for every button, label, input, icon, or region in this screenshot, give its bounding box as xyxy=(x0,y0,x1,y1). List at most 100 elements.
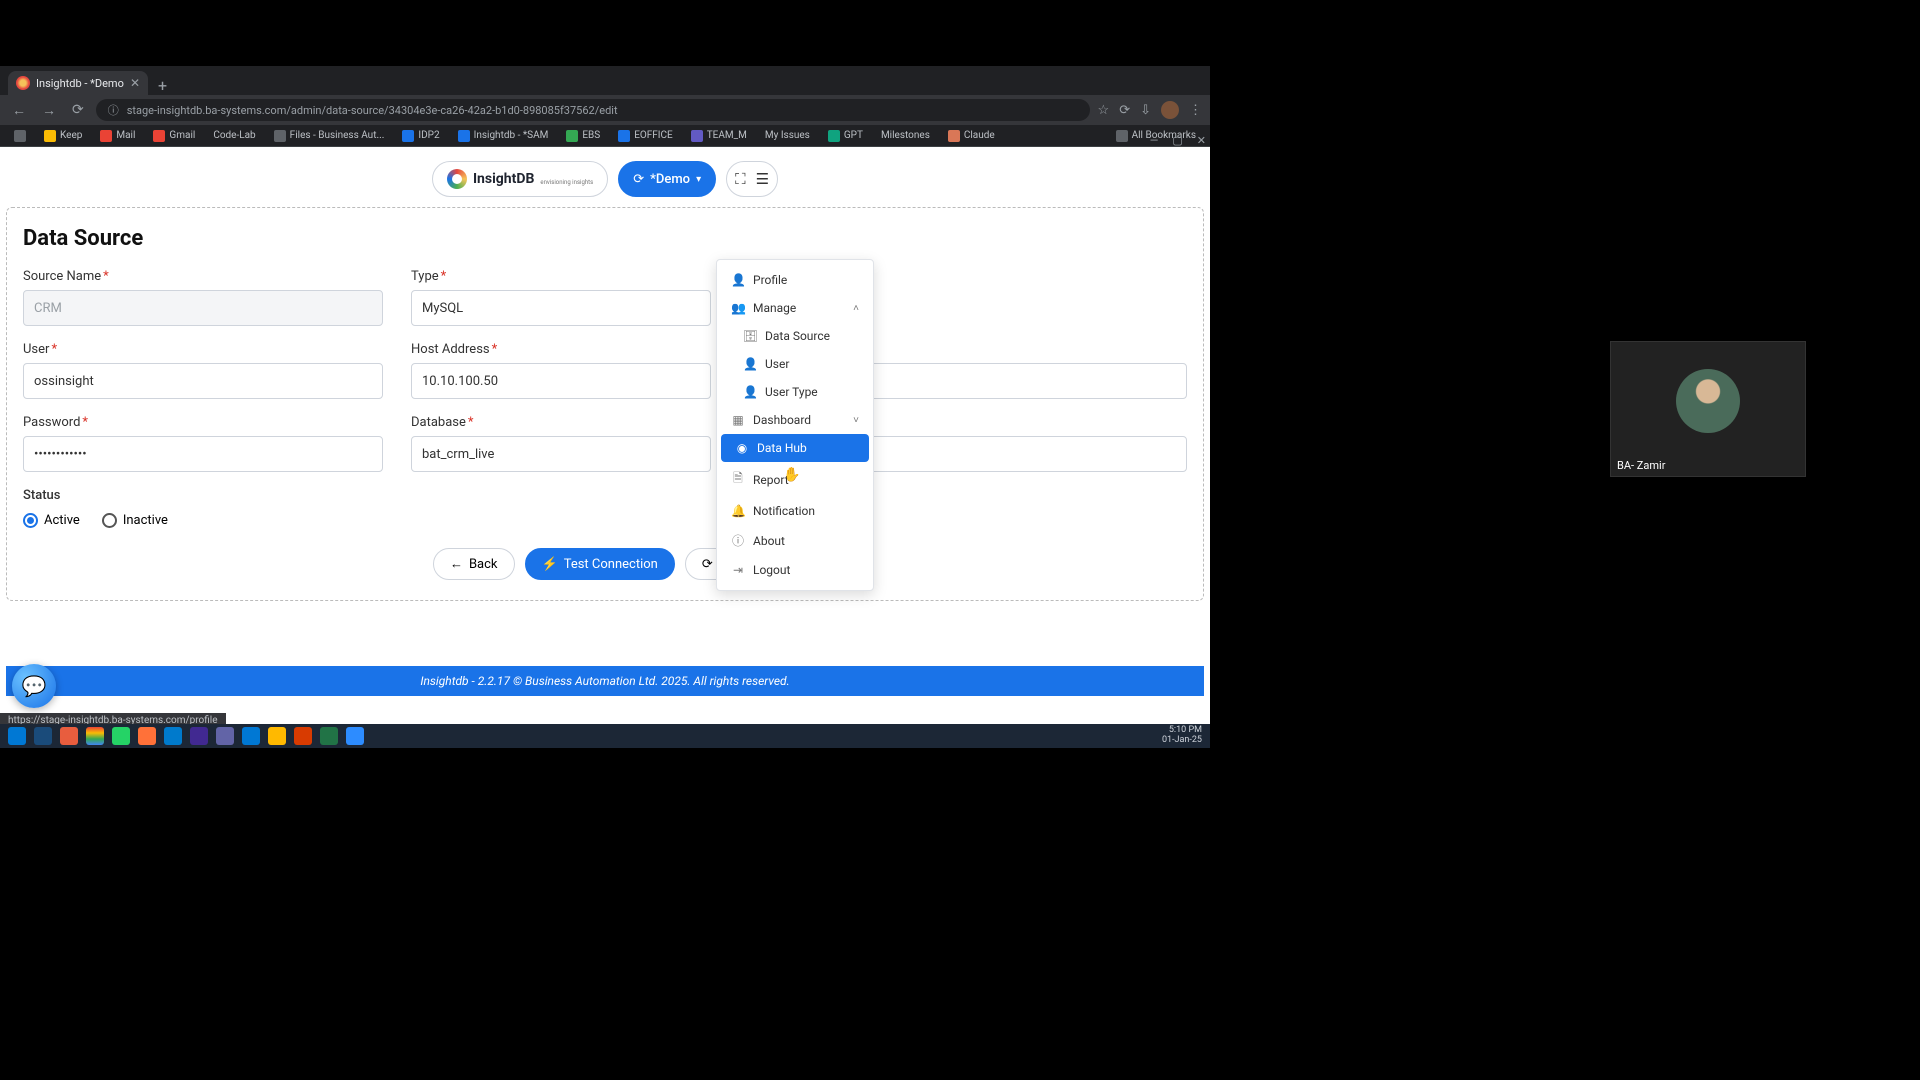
windows-taskbar: 5:10 PM 01-Jan-25 xyxy=(0,724,1210,748)
whatsapp-icon[interactable] xyxy=(112,727,130,745)
page-content: InsightDB envisioning insights ⟳ *Demo ▾… xyxy=(0,147,1210,748)
bookmark-item[interactable]: Gmail xyxy=(147,130,201,142)
brand-logo-icon xyxy=(447,169,467,189)
toolbar-pill: ⛶ ☰ xyxy=(726,161,778,197)
browser-window: Insightdb - *Demo ✕ + — ▢ ✕ ← → ⟳ ⓘ stag… xyxy=(0,66,1210,748)
bookmark-item[interactable]: Keep xyxy=(38,130,88,142)
bookmark-item[interactable]: Claude xyxy=(942,130,1001,142)
download-icon[interactable]: ⇩ xyxy=(1140,103,1151,118)
field-database: Database* xyxy=(411,415,711,472)
page-title: Data Source xyxy=(23,226,1187,251)
site-info-icon[interactable]: ⓘ xyxy=(108,102,119,118)
kebab-menu-icon[interactable]: ⋮ xyxy=(1189,103,1202,118)
bookmark-item[interactable]: EBS xyxy=(560,130,606,142)
profile-avatar-icon[interactable] xyxy=(1161,101,1179,119)
grid-icon: ▦ xyxy=(731,413,745,427)
radio-active[interactable]: Active xyxy=(23,513,80,528)
chevron-down-icon: ▾ xyxy=(696,174,701,185)
bookmark-item[interactable]: My Issues xyxy=(759,130,816,141)
menu-dashboard[interactable]: ▦Dashboard˅ xyxy=(717,406,873,434)
maximize-icon[interactable]: ▢ xyxy=(1172,134,1182,147)
favicon-icon xyxy=(16,76,30,90)
source-name-input[interactable] xyxy=(23,290,383,326)
menu-data-source[interactable]: 🗄Data Source xyxy=(717,322,873,350)
arrow-left-icon: ← xyxy=(450,556,463,572)
taskbar-icon[interactable] xyxy=(60,727,78,745)
menu-user[interactable]: 👤User xyxy=(717,350,873,378)
app-header: InsightDB envisioning insights ⟳ *Demo ▾… xyxy=(0,147,1210,207)
menu-user-type[interactable]: 👤User Type xyxy=(717,378,873,406)
taskbar-icon[interactable] xyxy=(34,727,52,745)
reload-icon[interactable]: ⟳ xyxy=(68,102,88,118)
radio-inactive[interactable]: Inactive xyxy=(102,513,168,528)
bookmark-item[interactable]: Files - Business Aut... xyxy=(268,130,391,142)
taskbar-icon[interactable] xyxy=(216,727,234,745)
forward-icon[interactable]: → xyxy=(38,102,60,119)
user-input[interactable] xyxy=(23,363,383,399)
bookmark-item[interactable]: GPT xyxy=(822,130,869,142)
people-icon: 👥 xyxy=(731,301,745,315)
bookmark-item[interactable]: Code-Lab xyxy=(207,130,261,141)
chrome-icon[interactable] xyxy=(86,727,104,745)
zoom-icon[interactable] xyxy=(346,727,364,745)
taskbar-icon[interactable] xyxy=(242,727,260,745)
taskbar-icon[interactable] xyxy=(294,727,312,745)
participant-video xyxy=(1676,369,1740,433)
close-window-icon[interactable]: ✕ xyxy=(1197,134,1206,147)
url-text: stage-insightdb.ba-systems.com/admin/dat… xyxy=(127,104,1078,117)
back-icon[interactable]: ← xyxy=(8,102,30,119)
menu-manage[interactable]: 👥Manage˄ xyxy=(717,294,873,322)
bookmark-item[interactable]: Milestones xyxy=(875,130,936,141)
type-select[interactable]: MySQL xyxy=(411,290,711,326)
star-icon[interactable]: ☆ xyxy=(1098,103,1110,118)
apps-icon[interactable] xyxy=(8,130,32,142)
field-user: User* xyxy=(23,342,383,399)
menu-logout[interactable]: ⇥Logout xyxy=(717,556,873,584)
hamburger-menu-icon[interactable]: ☰ xyxy=(756,170,769,188)
bookmark-item[interactable]: TEAM_M xyxy=(685,130,753,142)
bookmark-item[interactable]: IDP2 xyxy=(396,130,445,142)
brand-pill[interactable]: InsightDB envisioning insights xyxy=(432,161,608,197)
minimize-icon[interactable]: — xyxy=(1150,134,1159,147)
bookmark-item[interactable]: Insightdb - *SAM xyxy=(452,130,555,142)
menu-about[interactable]: ⓘAbout xyxy=(717,525,873,556)
chevron-up-icon: ˄ xyxy=(853,303,859,314)
menu-notification[interactable]: 🔔Notification xyxy=(717,497,873,525)
user-icon: 👤 xyxy=(743,385,757,399)
close-tab-icon[interactable]: ✕ xyxy=(130,76,140,90)
button-row: ←Back ⚡Test Connection ⟳Update xyxy=(23,548,1187,580)
test-connection-button[interactable]: ⚡Test Connection xyxy=(525,548,675,580)
document-icon: 🗎 xyxy=(731,469,745,490)
database-input[interactable] xyxy=(411,436,711,472)
browser-tab[interactable]: Insightdb - *Demo ✕ xyxy=(8,71,148,95)
user-icon: 👤 xyxy=(731,273,745,287)
refresh-icon: ⟳ xyxy=(702,557,713,572)
fullscreen-icon[interactable]: ⛶ xyxy=(735,170,746,188)
host-input[interactable] xyxy=(411,363,711,399)
vscode-icon[interactable] xyxy=(164,727,182,745)
excel-icon[interactable] xyxy=(320,727,338,745)
bookmark-item[interactable]: EOFFICE xyxy=(612,130,679,142)
video-call-tile[interactable]: BA- Zamir xyxy=(1610,341,1806,477)
back-button[interactable]: ←Back xyxy=(433,548,515,580)
bookmarks-bar: Keep Mail Gmail Code-Lab Files - Busines… xyxy=(0,125,1210,147)
extensions-icon[interactable]: ⟳ xyxy=(1119,103,1130,118)
new-tab-button[interactable]: + xyxy=(148,76,177,95)
chat-bubble-icon[interactable]: 💬 xyxy=(12,664,56,708)
taskbar-icon[interactable] xyxy=(190,727,208,745)
field-type: Type* MySQL xyxy=(411,269,711,326)
menu-profile[interactable]: 👤Profile xyxy=(717,266,873,294)
footer: Insightdb - 2.2.17 © Business Automation… xyxy=(6,666,1204,696)
system-clock[interactable]: 5:10 PM 01-Jan-25 xyxy=(1162,726,1202,746)
field-host: Host Address* xyxy=(411,342,711,399)
bookmark-item[interactable]: Mail xyxy=(94,130,141,142)
info-icon: ⓘ xyxy=(731,532,745,549)
firefox-icon[interactable] xyxy=(138,727,156,745)
start-icon[interactable] xyxy=(8,727,26,745)
explorer-icon[interactable] xyxy=(268,727,286,745)
url-input[interactable]: ⓘ stage-insightdb.ba-systems.com/admin/d… xyxy=(96,99,1090,121)
refresh-icon: ⟳ xyxy=(633,172,644,187)
menu-data-hub[interactable]: ◉Data Hub xyxy=(721,434,869,462)
password-input[interactable] xyxy=(23,436,383,472)
project-switcher[interactable]: ⟳ *Demo ▾ xyxy=(618,161,716,197)
